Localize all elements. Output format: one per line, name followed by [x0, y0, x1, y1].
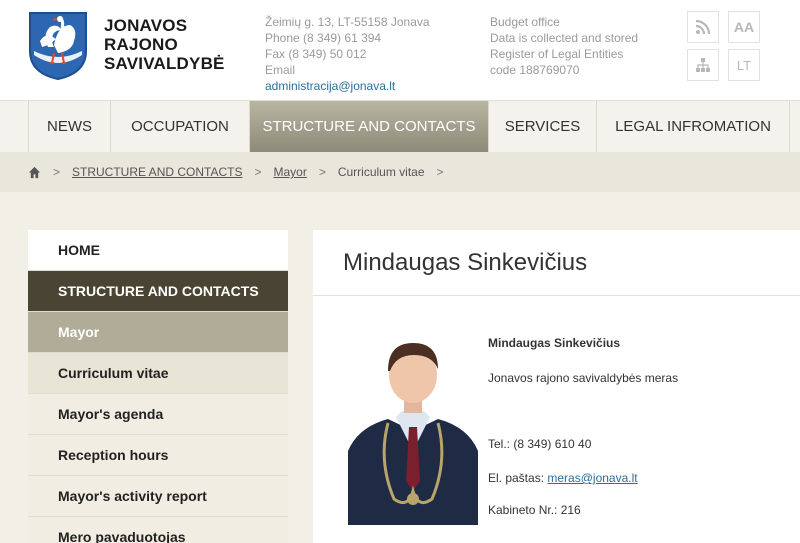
email-link[interactable]: administracija@jonava.lt — [265, 78, 430, 94]
breadcrumb: > STRUCTURE AND CONTACTS > Mayor > Curri… — [0, 152, 800, 192]
mayor-name: Mindaugas Sinkevičius — [488, 336, 621, 350]
sidebar-item-reception-hours[interactable]: Reception hours — [28, 435, 288, 476]
home-icon[interactable] — [28, 166, 41, 179]
mayor-email: El. paštas: meras@jonava.lt — [488, 471, 638, 485]
email-label: Email — [265, 63, 296, 77]
main-nav: NEWS OCCUPATION STRUCTURE AND CONTACTS S… — [0, 100, 800, 152]
breadcrumb-mayor[interactable]: Mayor — [273, 165, 306, 179]
sidebar-item-mayors-agenda[interactable]: Mayor's agenda — [28, 394, 288, 435]
sidebar-item-curriculum-vitae[interactable]: Curriculum vitae — [28, 353, 288, 394]
mayor-phone: Tel.: (8 349) 610 40 — [488, 437, 592, 451]
mayor-email-link[interactable]: meras@jonava.lt — [547, 471, 637, 485]
mayor-position: Jonavos rajono savivaldybės meras — [488, 371, 679, 385]
sitemap-button[interactable] — [687, 49, 719, 81]
sidebar-item-deputy-mayor[interactable]: Mero pavaduotojas — [28, 517, 288, 543]
contact-info: Žeimių g. 13, LT-55158 Jonava Phone (8 3… — [265, 14, 430, 94]
nav-news[interactable]: NEWS — [28, 101, 111, 152]
mayor-office: Kabineto Nr.: 216 — [488, 503, 581, 517]
sitemap-icon — [696, 58, 710, 72]
rss-icon — [695, 19, 711, 35]
rss-button[interactable] — [687, 11, 719, 43]
sidebar-item-home[interactable]: HOME — [28, 230, 288, 271]
mayor-portrait — [348, 331, 478, 525]
font-size-button[interactable]: AA — [728, 11, 760, 43]
coat-of-arms-logo[interactable] — [28, 11, 88, 81]
phone-text: Phone (8 349) 61 394 — [265, 31, 382, 45]
sidebar-item-structure-and-contacts[interactable]: STRUCTURE AND CONTACTS — [28, 271, 288, 312]
nav-occupation[interactable]: OCCUPATION — [111, 101, 250, 152]
address-text: Žeimių g. 13, LT-55158 Jonava — [265, 15, 430, 29]
page-title: Mindaugas Sinkevičius — [313, 230, 800, 296]
breadcrumb-structure-and-contacts[interactable]: STRUCTURE AND CONTACTS — [72, 165, 242, 179]
nav-services[interactable]: SERVICES — [489, 101, 597, 152]
sidebar-item-activity-report[interactable]: Mayor's activity report — [28, 476, 288, 517]
sidebar-menu: HOME STRUCTURE AND CONTACTS Mayor Curric… — [28, 230, 288, 543]
budget-office-info: Budget office Data is collected and stor… — [490, 15, 639, 77]
content-panel: Mindaugas Sinkevičius Mindaugas Sinkevič… — [313, 230, 800, 543]
site-header: JONAVOS RAJONO SAVIVALDYBĖ Žeimių g. 13,… — [0, 0, 800, 100]
breadcrumb-current: Curriculum vitae — [337, 165, 425, 179]
nav-legal-information[interactable]: LEGAL INFROMATION — [597, 101, 790, 152]
fax-text: Fax (8 349) 50 012 — [265, 47, 367, 61]
nav-structure-and-contacts[interactable]: STRUCTURE AND CONTACTS — [250, 101, 489, 152]
language-button[interactable]: LT — [728, 49, 760, 81]
sidebar-item-mayor[interactable]: Mayor — [28, 312, 288, 353]
municipality-title[interactable]: JONAVOS RAJONO SAVIVALDYBĖ — [104, 16, 225, 73]
